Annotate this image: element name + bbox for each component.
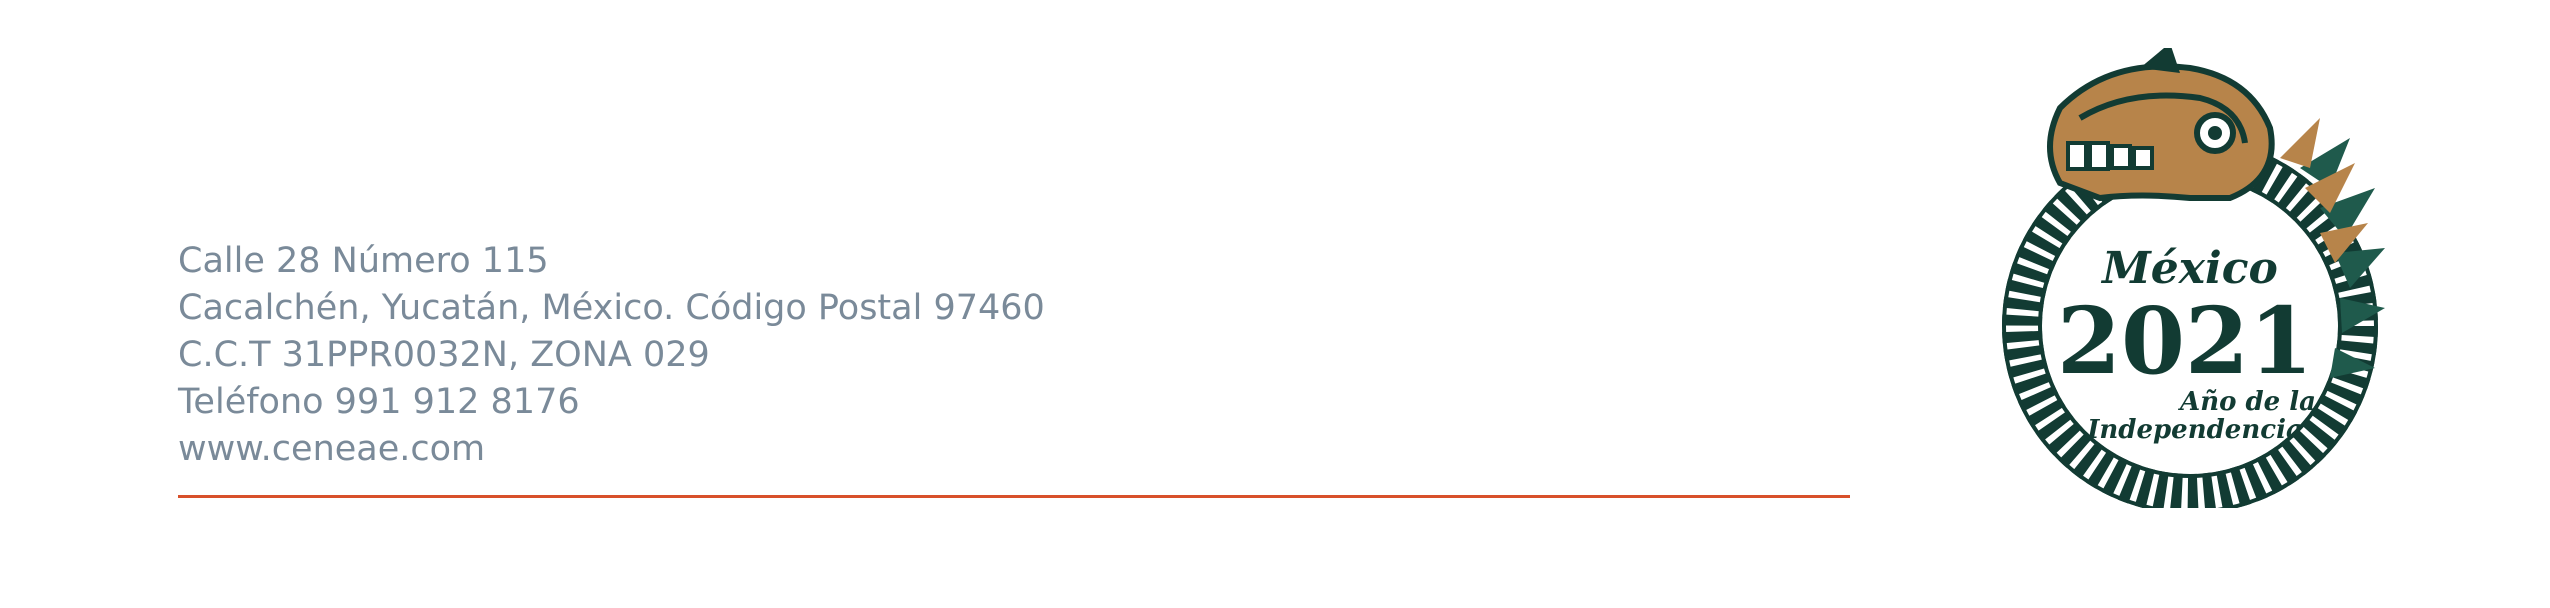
footer-divider	[178, 495, 1850, 498]
seal-motto-line2: Independencia	[2086, 415, 2303, 445]
address-block: Calle 28 Número 115 Cacalchén, Yucatán, …	[178, 238, 1045, 473]
phone-number: Teléfono 991 912 8176	[178, 382, 580, 422]
mexico-2021-seal: México 2021 Año de la Independencia	[1990, 48, 2390, 508]
serpent-logo-icon: México 2021 Año de la Independencia	[2002, 48, 2385, 508]
city-postal-code: Cacalchén, Yucatán, México. Código Posta…	[178, 288, 1045, 328]
street-address: Calle 28 Número 115	[178, 241, 549, 281]
seal-motto-line1: Año de la	[2177, 387, 2316, 417]
website-link[interactable]: www.ceneae.com	[178, 426, 1045, 473]
school-key-zone: C.C.T 31PPR0032N, ZONA 029	[178, 335, 710, 375]
seal-year: 2021	[2057, 287, 2313, 395]
